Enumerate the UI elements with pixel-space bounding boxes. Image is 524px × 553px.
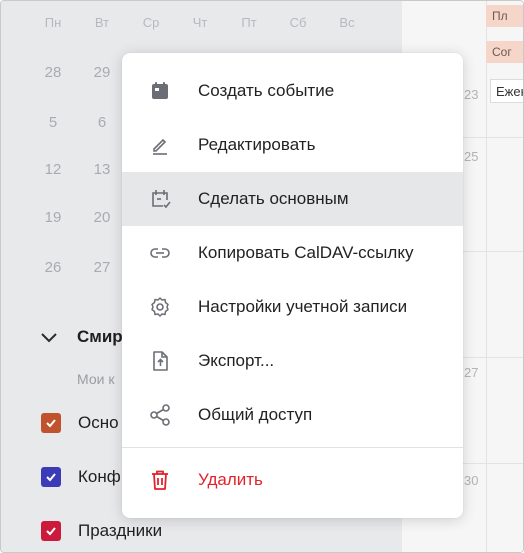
menu-item-label: Настройки учетной записи — [198, 297, 408, 316]
menu-item-make-primary[interactable]: Сделать основным — [122, 172, 463, 226]
menu-item-label: Общий доступ — [198, 405, 313, 424]
menu-item-export[interactable]: Экспорт... — [122, 334, 463, 388]
grid-day-number: 23 — [464, 87, 479, 102]
menu-item-account-settings[interactable]: Настройки учетной записи — [122, 280, 463, 334]
date-cell[interactable]: 26 — [38, 259, 68, 281]
grid-day-number: 27 — [464, 365, 479, 380]
menu-item-copy-caldav[interactable]: Копировать CalDAV-ссылку — [122, 226, 463, 280]
date-cell[interactable]: 12 — [38, 161, 68, 183]
calendar-check-icon — [148, 187, 172, 211]
menu-item-label: Копировать CalDAV-ссылку — [198, 243, 414, 262]
grid-day-number: 25 — [464, 149, 479, 164]
menu-divider — [122, 447, 463, 448]
date-cell[interactable]: 20 — [87, 209, 117, 231]
weekday-label: Чт — [192, 15, 208, 30]
link-icon — [148, 241, 172, 265]
menu-item-delete[interactable]: Удалить — [122, 453, 463, 507]
calendar-label: Праздники — [78, 521, 163, 540]
date-cell[interactable]: 29 — [87, 64, 117, 86]
event-chip[interactable]: Пл — [486, 5, 523, 27]
date-cell[interactable]: 5 — [38, 114, 68, 136]
date-cell[interactable]: 6 — [87, 114, 117, 136]
menu-item-edit[interactable]: Редактировать — [122, 118, 463, 172]
weekday-label: Сб — [289, 15, 307, 30]
chevron-down-icon[interactable] — [39, 330, 59, 346]
menu-item-label: Создать событие — [198, 81, 335, 100]
weekday-label: Вс — [339, 15, 355, 30]
weekday-label: Пн — [44, 15, 62, 30]
context-menu: Создать событие Редактировать Сделать ос… — [122, 53, 463, 518]
checkbox[interactable] — [41, 413, 61, 433]
calendar-label: Осно — [78, 413, 119, 432]
file-export-icon — [148, 349, 172, 373]
date-cell[interactable]: 28 — [38, 64, 68, 86]
date-cell[interactable]: 27 — [87, 259, 117, 281]
menu-item-label: Удалить — [198, 470, 263, 489]
menu-item-label: Экспорт... — [198, 351, 275, 370]
weekday-label: Пт — [241, 15, 257, 30]
checkbox[interactable] — [41, 467, 61, 487]
app-window: Пн Вт Ср Чт Пт Сб Вс 28 29 5 6 12 13 19 … — [0, 0, 524, 553]
event-chip[interactable]: Сог — [486, 41, 523, 63]
menu-item-label: Редактировать — [198, 135, 316, 154]
grid-line — [486, 1, 487, 552]
weekday-label: Вт — [94, 15, 110, 30]
calendar-label: Конф — [78, 467, 121, 486]
menu-item-create-event[interactable]: Создать событие — [122, 64, 463, 118]
gear-icon — [148, 295, 172, 319]
calendar-filled-icon — [148, 79, 172, 103]
event-chip[interactable]: Ежен — [490, 79, 523, 103]
trash-icon — [148, 468, 172, 492]
menu-item-share[interactable]: Общий доступ — [122, 388, 463, 442]
date-cell[interactable]: 19 — [38, 209, 68, 231]
checkbox[interactable] — [41, 521, 61, 541]
menu-item-label: Сделать основным — [198, 189, 349, 208]
pencil-icon — [148, 133, 172, 157]
date-cell[interactable]: 13 — [87, 161, 117, 183]
grid-day-number: 30 — [464, 473, 479, 488]
account-title[interactable]: Смир — [77, 327, 123, 347]
calendars-subheader: Мои к — [77, 371, 115, 387]
share-icon — [148, 403, 172, 427]
weekday-label: Ср — [142, 15, 160, 30]
